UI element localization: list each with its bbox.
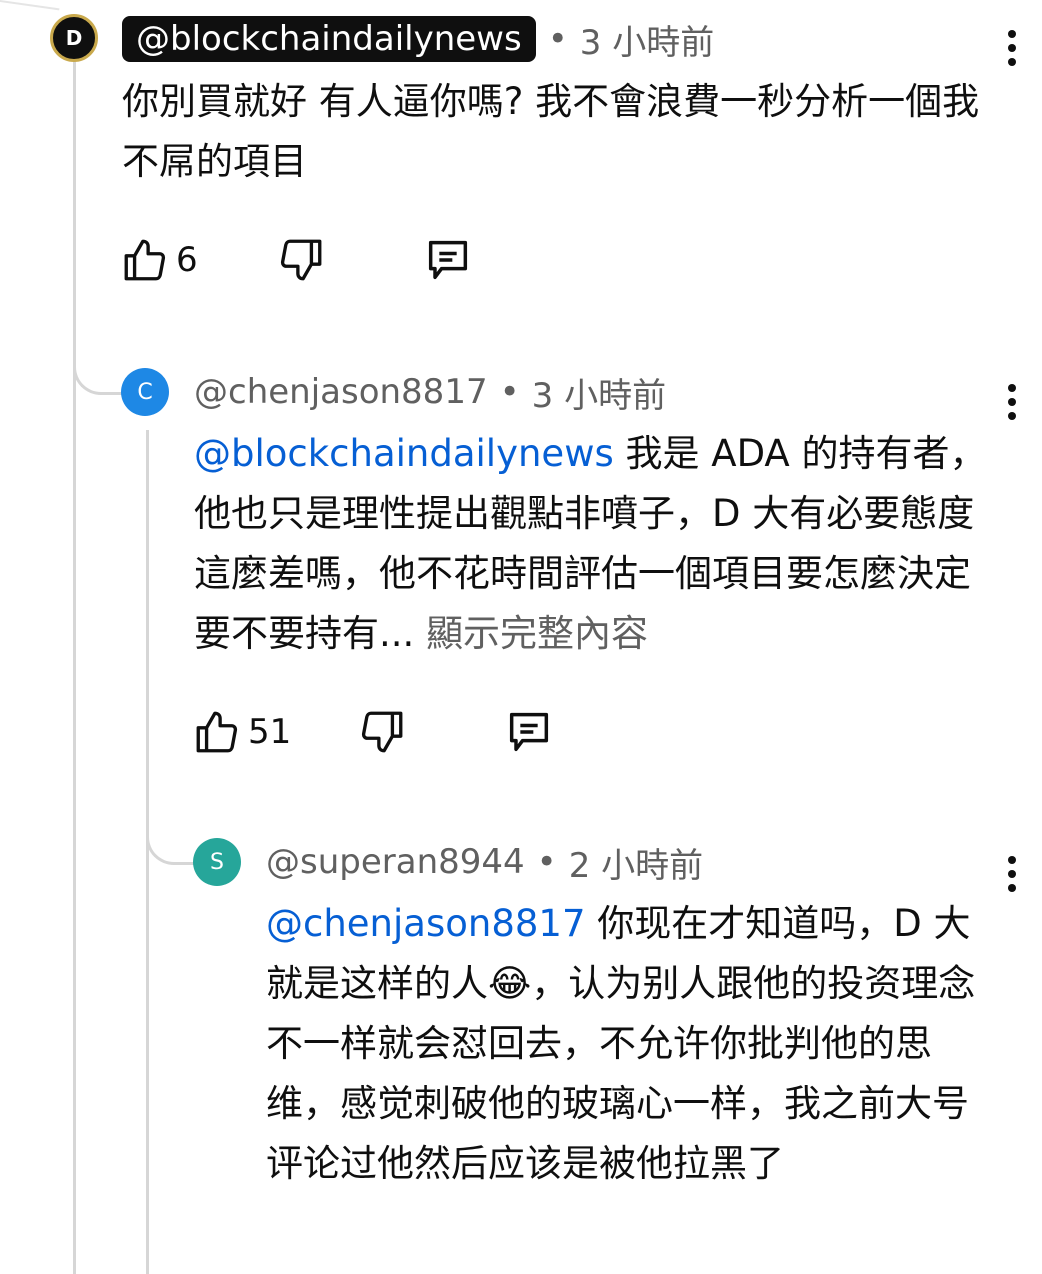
more-options-button[interactable]: [1005, 856, 1019, 892]
thumbs-down-icon: [362, 711, 403, 753]
thread-line-level2-curve: [146, 830, 195, 865]
separator-dot: •: [547, 19, 568, 59]
avatar-letter: C: [137, 379, 153, 405]
author-handle[interactable]: @blockchaindailynews: [122, 16, 536, 62]
like-count: 6: [176, 240, 198, 280]
thumbs-down-icon: [280, 239, 322, 281]
timestamp[interactable]: 3 小時前: [532, 368, 666, 417]
dislike-button[interactable]: [276, 235, 326, 285]
thread-line-top: [0, 0, 60, 11]
author-handle[interactable]: @superan8944: [266, 842, 525, 882]
like-button[interactable]: 51: [192, 707, 291, 757]
comment-body: 你別買就好 有人逼你嗎? 我不會浪費一秒分析一個我不屌的項目: [122, 80, 980, 183]
more-options-button[interactable]: [1005, 30, 1019, 66]
comment-meta: @blockchaindailynews • 3 小時前: [122, 15, 714, 63]
comment-text: @blockchaindailynews 我是 ADA 的持有者，他也只是理性提…: [194, 424, 994, 664]
comment-text: 你別買就好 有人逼你嗎? 我不會浪費一秒分析一個我不屌的項目: [122, 72, 1002, 192]
comment-actions: 51: [192, 706, 555, 758]
thumbs-up-icon: [124, 239, 166, 281]
laughing-emoji: 😂: [488, 962, 532, 1005]
more-options-button[interactable]: [1005, 384, 1019, 420]
avatar-letter: S: [210, 849, 224, 875]
reply-button[interactable]: [422, 234, 474, 286]
show-more-link[interactable]: 顯示完整內容: [426, 612, 648, 655]
reply-icon: [428, 240, 467, 280]
comment-meta: @chenjason8817 • 3 小時前: [194, 368, 666, 416]
thread-line-level2: [146, 430, 149, 1274]
thread-line-level1-curve: [73, 360, 122, 395]
comment-text: @chenjason8817 你现在才知道吗，D 大就是这样的人😂，认为别人跟他…: [266, 894, 996, 1194]
thumbs-up-icon: [196, 711, 238, 753]
avatar[interactable]: C: [121, 368, 169, 416]
separator-dot: •: [536, 842, 557, 882]
dislike-button[interactable]: [357, 707, 407, 757]
timestamp[interactable]: 3 小時前: [580, 15, 714, 64]
thread-line-level1: [73, 60, 76, 1274]
mention-link[interactable]: @blockchaindailynews: [194, 432, 614, 475]
like-count: 51: [248, 712, 292, 752]
avatar[interactable]: D: [50, 14, 98, 62]
like-button[interactable]: 6: [120, 235, 198, 285]
reply-button[interactable]: [503, 706, 555, 758]
author-handle[interactable]: @chenjason8817: [194, 372, 488, 412]
comment-actions: 6: [120, 234, 474, 286]
avatar-letter: D: [65, 26, 83, 50]
timestamp[interactable]: 2 小時前: [569, 838, 703, 887]
avatar[interactable]: S: [193, 838, 241, 886]
comment-meta: @superan8944 • 2 小時前: [266, 838, 703, 886]
separator-dot: •: [499, 372, 520, 412]
mention-link[interactable]: @chenjason8817: [266, 902, 586, 945]
reply-icon: [510, 712, 549, 752]
